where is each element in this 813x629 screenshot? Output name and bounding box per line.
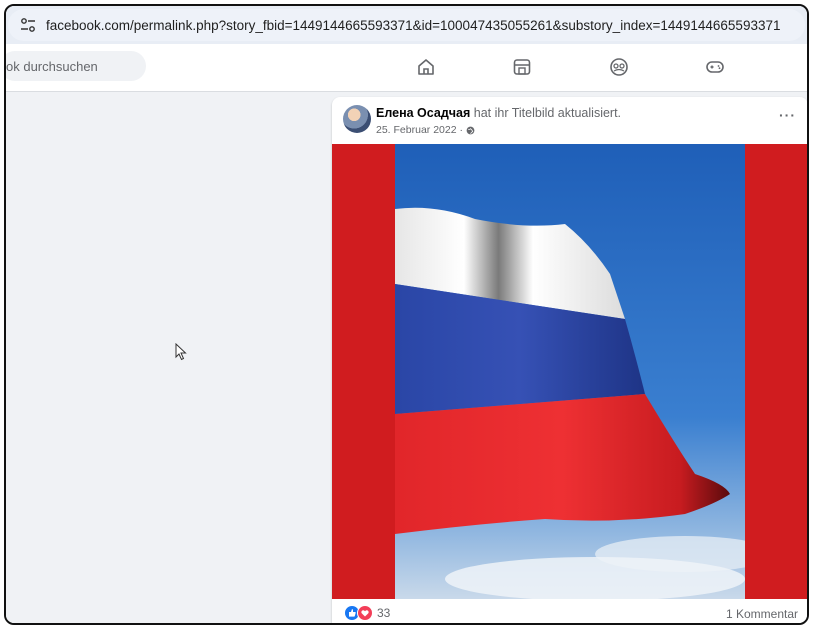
home-icon[interactable] — [415, 56, 437, 78]
url-text[interactable]: facebook.com/permalink.php?story_fbid=14… — [46, 18, 780, 33]
browser-window: facebook.com/permalink.php?story_fbid=14… — [4, 4, 809, 625]
cover-photo[interactable] — [332, 144, 807, 599]
marketplace-icon[interactable] — [511, 56, 533, 78]
gaming-icon[interactable] — [704, 56, 726, 78]
russian-flag-image — [395, 144, 745, 599]
reaction-count: 33 — [377, 606, 391, 620]
reactions-summary[interactable]: 33 — [344, 605, 390, 621]
more-options-button[interactable]: ··· — [779, 107, 796, 123]
address-bar-area: facebook.com/permalink.php?story_fbid=14… — [6, 6, 807, 44]
left-sidebar — [6, 92, 326, 623]
site-settings-icon[interactable] — [20, 17, 36, 33]
comments-count-link[interactable]: 1 Kommentar — [726, 607, 798, 621]
post-meta: 25. Februar 2022 · — [376, 124, 475, 136]
globe-icon — [466, 126, 475, 134]
love-reaction-icon — [357, 605, 373, 621]
post-date[interactable]: 25. Februar 2022 · — [376, 124, 463, 136]
post-action-text: hat ihr Titelbild aktualisiert. — [470, 106, 622, 120]
facebook-top-nav: ok durchsuchen — [6, 44, 807, 92]
author-avatar[interactable] — [343, 105, 371, 133]
address-bar[interactable]: facebook.com/permalink.php?story_fbid=14… — [8, 9, 805, 41]
groups-icon[interactable] — [608, 56, 630, 78]
post-card: Елена Осадчая hat ihr Titelbild aktualis… — [332, 97, 807, 623]
post-header: Елена Осадчая hat ihr Titelbild aktualis… — [376, 106, 621, 120]
search-field[interactable]: ok durchsuchen — [6, 51, 146, 81]
search-placeholder: ok durchsuchen — [6, 58, 98, 74]
author-name[interactable]: Елена Осадчая — [376, 106, 470, 120]
mouse-cursor-icon — [175, 343, 187, 361]
